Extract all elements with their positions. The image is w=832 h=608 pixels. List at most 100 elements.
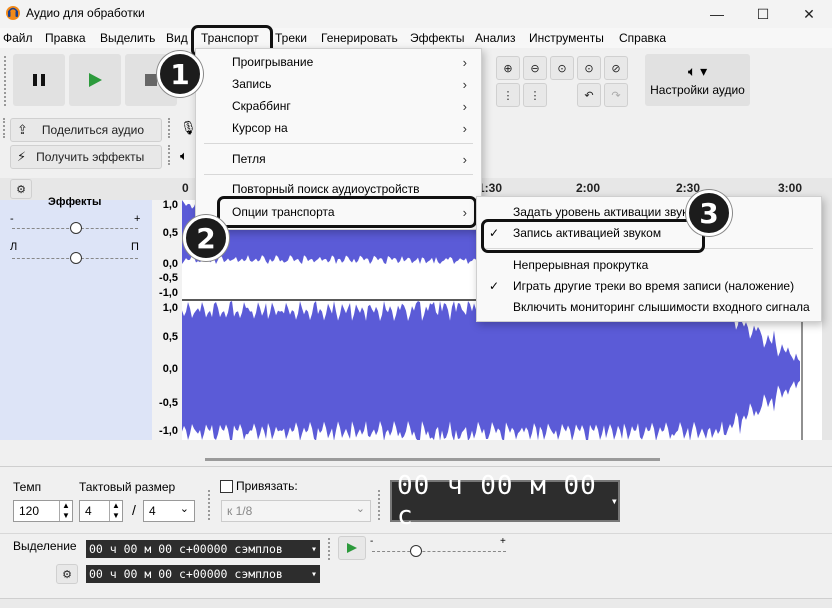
speaker-icon: 🔈︎ ▾: [687, 63, 708, 79]
scale-label: -1,0: [159, 425, 178, 437]
timeline-settings-button[interactable]: ⚙: [10, 179, 32, 199]
maximize-button[interactable]: ☐: [740, 0, 786, 28]
zoom-toggle-icon: ⊘: [611, 62, 621, 75]
chevron-down-icon: ⌄: [179, 503, 189, 515]
silence-button[interactable]: ⋮: [523, 83, 547, 107]
bottom-panel: Темп 120 ▲ ▼ Тактовый размер 4 ▲ ▼ / 4 ⌄ П…: [0, 440, 832, 608]
pan-slider-thumb[interactable]: [70, 252, 82, 264]
time-signature-numerator[interactable]: 4 ▲ ▼: [79, 500, 123, 522]
track-control-panel[interactable]: Эффекты - + Л П: [0, 196, 153, 440]
selection-settings-button[interactable]: ⚙: [56, 564, 78, 584]
transport-options-highlight: [217, 196, 477, 228]
snap-checkbox[interactable]: [220, 480, 233, 493]
scale-label: 0,5: [162, 227, 178, 239]
menu-help[interactable]: Справка: [619, 31, 666, 45]
menu-effects[interactable]: Эффекты: [410, 31, 465, 45]
time-display[interactable]: 00 ч 00 м 00 с ▾: [390, 471, 620, 531]
time-sig-num-value: 4: [85, 504, 92, 518]
scale-label: 0,0: [162, 363, 178, 375]
menu-item-record[interactable]: Запись ›: [196, 73, 481, 95]
zoom-selection-icon: ⊙: [557, 62, 567, 75]
scale-label: 0,0: [162, 258, 178, 270]
submenu-item-pinned-head[interactable]: Непрерывная прокрутка: [477, 254, 821, 276]
scale-label: -0,5: [159, 397, 178, 409]
redo-button[interactable]: ↷: [604, 83, 628, 107]
play-at-speed-button[interactable]: [338, 536, 366, 560]
menu-edit[interactable]: Правка: [45, 31, 86, 45]
menu-tools[interactable]: Инструменты: [529, 31, 604, 45]
time-sig-stepper[interactable]: ▲ ▼: [109, 501, 122, 521]
submenu-item-software-playthrough[interactable]: Включить мониторинг слышимости входного …: [477, 296, 821, 318]
audio-settings-label: Настройки аудио: [650, 83, 745, 97]
menu-view[interactable]: Вид: [166, 31, 188, 45]
vertical-scrollbar[interactable]: [822, 200, 832, 440]
get-effects-button[interactable]: ⚡︎ Получить эффекты: [10, 145, 162, 169]
menu-tracks[interactable]: Треки: [275, 31, 307, 45]
zoom-out-button[interactable]: ⊖: [523, 56, 547, 80]
pause-button[interactable]: [13, 54, 65, 106]
menu-item-loop[interactable]: Петля ›: [196, 148, 481, 170]
menu-item-cursor-to[interactable]: Курсор на ›: [196, 117, 481, 139]
toolbar-grip[interactable]: [378, 490, 384, 520]
zoom-in-icon: ⊕: [503, 62, 513, 75]
chevron-down-icon: ⌄: [355, 503, 365, 515]
time-signature-denominator[interactable]: 4 ⌄: [143, 500, 195, 522]
chevron-down-icon: ▾: [610, 494, 618, 508]
audio-settings-button[interactable]: 🔈︎ ▾ Настройки аудио: [645, 54, 750, 106]
selection-end-time[interactable]: 00 ч 00 м 00 с+00000 сэмплов ▾: [86, 565, 320, 583]
selection-start-time[interactable]: 00 ч 00 м 00 с+00000 сэмплов ▾: [86, 540, 320, 558]
zoom-fit-icon: ⊙: [584, 62, 594, 75]
selection-label: Выделение: [13, 539, 77, 553]
menu-file[interactable]: Файл: [3, 31, 33, 45]
pan-right-label: П: [131, 241, 139, 253]
speed-slider-thumb[interactable]: [410, 545, 422, 557]
menu-analyze[interactable]: Анализ: [475, 31, 516, 45]
gain-slider-thumb[interactable]: [70, 222, 82, 234]
menu-item-label: Курсор на: [232, 121, 288, 135]
speed-slider-track[interactable]: [372, 551, 506, 552]
share-audio-button[interactable]: ⇪ Поделиться аудио: [10, 118, 162, 142]
plug-icon: ⚡︎: [17, 149, 27, 164]
close-button[interactable]: ✕: [786, 0, 832, 28]
fit-project-button[interactable]: ⊙: [577, 56, 601, 80]
get-effects-label: Получить эффекты: [36, 150, 145, 164]
toolbar-grip[interactable]: [208, 490, 214, 520]
play-icon: [89, 73, 102, 87]
gain-plus: +: [134, 213, 141, 225]
menu-item-scrubbing[interactable]: Скраббинг ›: [196, 95, 481, 117]
trim-button[interactable]: ⋮: [496, 83, 520, 107]
scale-label: 1,0: [162, 199, 178, 211]
menu-item-playback[interactable]: Проигрывание ›: [196, 51, 481, 73]
transport-options-submenu[interactable]: Задать уровень активации звуком... ✓ Запи…: [476, 196, 822, 322]
toolbar-grip[interactable]: [4, 56, 10, 106]
tempo-input[interactable]: 120 ▲ ▼: [13, 500, 73, 522]
tempo-stepper[interactable]: ▲ ▼: [59, 501, 72, 521]
horizontal-scrollbar[interactable]: [205, 458, 660, 461]
window-title: Аудио для обработки: [26, 6, 145, 20]
selection-start-value: 00 ч 00 м 00 с+00000 сэмплов: [89, 542, 283, 556]
menu-separator: [204, 143, 473, 144]
toolbar-grip[interactable]: [168, 145, 174, 165]
toolbar-grip[interactable]: [328, 538, 334, 560]
trim-icon: ⋮: [502, 89, 514, 102]
zoom-in-button[interactable]: ⊕: [496, 56, 520, 80]
minimize-button[interactable]: —: [694, 0, 740, 28]
undo-button[interactable]: ↶: [577, 83, 601, 107]
toolbar-grip[interactable]: [168, 118, 174, 138]
gear-icon: ⚙: [16, 183, 26, 196]
stop-icon: [145, 74, 157, 86]
share-icon: ⇪: [17, 122, 28, 137]
menu-select[interactable]: Выделить: [100, 31, 155, 45]
toolbar-grip[interactable]: [3, 118, 9, 138]
snap-select[interactable]: к 1/8 ⌄: [221, 500, 371, 522]
scale-label: -0,5: [159, 272, 178, 284]
menu-generate[interactable]: Генерировать: [321, 31, 398, 45]
fit-selection-button[interactable]: ⊙: [550, 56, 574, 80]
submenu-item-overdub[interactable]: ✓ Играть другие треки во время записи (на…: [477, 275, 821, 297]
time-signature-label: Тактовый размер: [79, 480, 176, 494]
zoom-toggle-button[interactable]: ⊘: [604, 56, 628, 80]
play-button[interactable]: [69, 54, 121, 106]
selection-end-value: 00 ч 00 м 00 с+00000 сэмплов: [89, 567, 283, 581]
effects-label: Эффекты: [48, 196, 102, 208]
pan-left-label: Л: [10, 241, 18, 253]
